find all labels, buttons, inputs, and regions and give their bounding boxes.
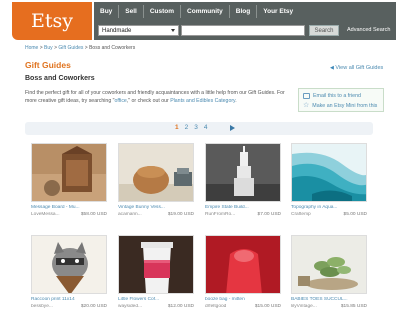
nav-tabs: Buy Sell Custom Community Blog Your Etsy — [94, 5, 299, 18]
desc-text: ," or check out our — [126, 98, 171, 104]
nav-bar: Buy Sell Custom Community Blog Your Etsy… — [94, 2, 396, 40]
breadcrumb-current: Boss and Coworkers — [89, 45, 136, 51]
listing-price: $58.00 USD — [80, 212, 107, 217]
advanced-search-link[interactable]: Advanced Search — [347, 27, 390, 33]
listing-meta: lilyVintage... $15.85 USD — [291, 304, 367, 309]
category-select-value: Handmade — [102, 27, 132, 34]
share-box: Email this to a friend ☆ Make an Etsy Mi… — [298, 88, 384, 112]
etsy-mini-link[interactable]: ☆ Make an Etsy Mini from this — [303, 102, 378, 109]
listing-seller[interactable]: lilyVintage... — [291, 304, 317, 309]
star-icon: ☆ — [303, 102, 310, 109]
chevron-down-icon — [171, 29, 175, 32]
listing-meta: acamarin... $19.00 USD — [118, 212, 194, 217]
listing-seller[interactable]: drfeltgood — [205, 304, 226, 309]
breadcrumb: Home > Buy > Gift Guides > Boss and Cowo… — [25, 45, 135, 51]
listing-price: $15.00 USD — [254, 304, 281, 309]
search-input[interactable] — [181, 25, 305, 36]
listing-title[interactable]: booze bag - mitten — [205, 297, 281, 302]
listing-price: $20.00 USD — [80, 304, 107, 309]
page-title: Gift Guides — [25, 60, 71, 70]
listing-title[interactable]: BABIES TOES SUCCUL... — [291, 297, 367, 302]
breadcrumb-sep: > — [39, 45, 43, 51]
listing-meta: drfeltgood $15.00 USD — [205, 304, 281, 309]
plants-edibles-link[interactable]: Plants and Edibles Category — [170, 98, 235, 104]
category-select[interactable]: Handmade — [98, 25, 179, 36]
envelope-icon — [303, 93, 310, 99]
listing-price: $12.00 USD — [167, 304, 194, 309]
listing-meta: RunFromRo... $7.00 USD — [205, 212, 281, 217]
listing-seller[interactable]: bessbye... — [31, 304, 53, 309]
listing-thumbnail[interactable] — [291, 143, 367, 202]
listing-price: $5.00 USD — [343, 212, 367, 217]
etsy-mini-label: Make an Etsy Mini from this — [312, 103, 378, 109]
guide-description: Find the perfect gift for all of your co… — [25, 89, 295, 105]
listing-seller[interactable]: acamarin... — [118, 212, 142, 217]
listing-thumbnail[interactable] — [291, 235, 367, 294]
site-header: Etsy Buy Sell Custom Community Blog Your… — [12, 2, 396, 40]
listing-thumbnail[interactable] — [118, 143, 194, 202]
next-page-arrow-icon[interactable] — [230, 125, 235, 131]
listing-thumbnail[interactable] — [205, 143, 281, 202]
pagination-bar: 1 2 3 4 — [25, 122, 373, 135]
nav-tab-blog[interactable]: Blog — [228, 5, 256, 18]
listing-price: $7.00 USD — [257, 212, 281, 217]
breadcrumb-sep: > — [84, 45, 88, 51]
listing-price: $15.85 USD — [340, 304, 367, 309]
listing-title[interactable]: Empire State Build... — [205, 205, 281, 210]
listing-title[interactable]: Topography in Aqua... — [291, 205, 367, 210]
guide-subtitle: Boss and Coworkers — [25, 75, 95, 82]
email-friend-link[interactable]: Email this to a friend — [303, 93, 361, 99]
listing-thumbnail[interactable] — [205, 235, 281, 294]
listing-thumbnail[interactable] — [31, 235, 107, 294]
nav-tab-sell[interactable]: Sell — [118, 5, 143, 18]
page-2[interactable]: 2 — [185, 124, 189, 131]
listing-title[interactable]: Vintage Bunny Vess... — [118, 205, 194, 210]
office-search-link[interactable]: office — [115, 98, 127, 104]
breadcrumb-home[interactable]: Home — [25, 45, 38, 51]
view-all-gift-guides-link[interactable]: ◀ View all Gift Guides — [330, 65, 383, 71]
listing-seller[interactable]: Craftemp — [291, 212, 311, 217]
listing-seller[interactable]: waysided... — [118, 304, 142, 309]
listing-thumbnail[interactable] — [118, 235, 194, 294]
listing-title[interactable]: Raccoon print 11x14 — [31, 297, 107, 302]
page-3[interactable]: 3 — [194, 124, 198, 131]
listing-meta: waysided... $12.00 USD — [118, 304, 194, 309]
breadcrumb-gift-guides[interactable]: Gift Guides — [58, 45, 83, 51]
listing-title[interactable]: Message Board - Mu... — [31, 205, 107, 210]
search-button[interactable]: Search — [309, 25, 339, 36]
nav-tab-your-etsy[interactable]: Your Etsy — [256, 5, 299, 18]
breadcrumb-buy[interactable]: Buy — [44, 45, 53, 51]
listing-thumbnail[interactable] — [31, 143, 107, 202]
email-friend-label: Email this to a friend — [313, 93, 361, 99]
nav-tab-community[interactable]: Community — [180, 5, 229, 18]
page-1[interactable]: 1 — [175, 124, 179, 131]
page-numbers: 1 2 3 4 — [175, 124, 208, 131]
nav-tab-custom[interactable]: Custom — [142, 5, 180, 18]
listing-meta: bessbye... $20.00 USD — [31, 304, 107, 309]
listing-seller[interactable]: RunFromRo... — [205, 212, 235, 217]
desc-text: . — [235, 98, 237, 104]
listing-seller[interactable]: LoveMessa... — [31, 212, 60, 217]
triangle-left-icon: ◀ — [330, 65, 334, 71]
etsy-logo[interactable]: Etsy — [12, 2, 92, 40]
breadcrumb-sep: > — [54, 45, 57, 51]
view-all-label: View all Gift Guides — [335, 65, 384, 71]
listing-title[interactable]: Little Flowers Cof... — [118, 297, 194, 302]
nav-tab-buy[interactable]: Buy — [94, 5, 118, 18]
listing-meta: LoveMessa... $58.00 USD — [31, 212, 107, 217]
listing-meta: Craftemp $5.00 USD — [291, 212, 367, 217]
listing-price: $19.00 USD — [167, 212, 194, 217]
page-4[interactable]: 4 — [204, 124, 208, 131]
